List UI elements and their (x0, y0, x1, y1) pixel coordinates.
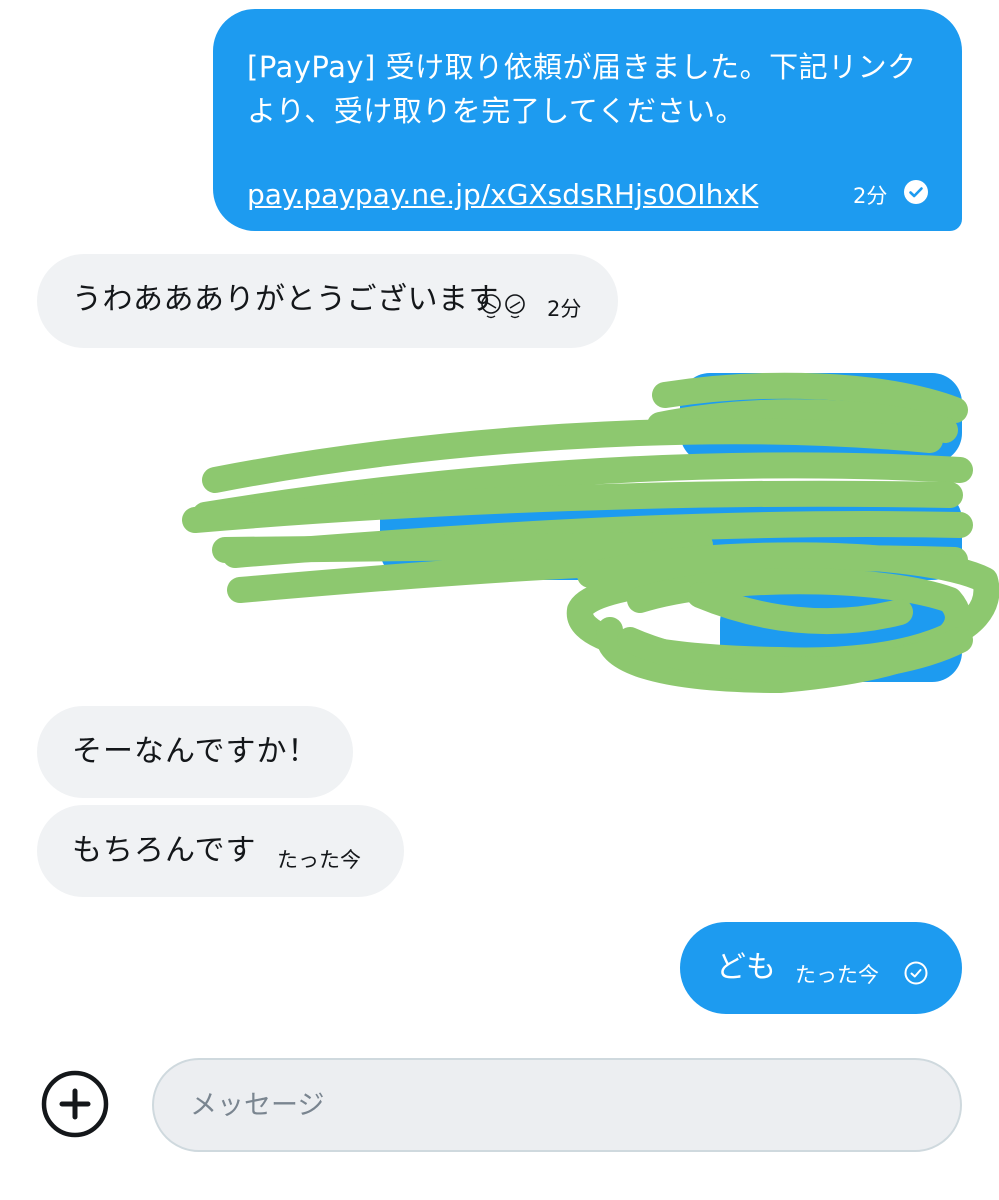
add-attachment-button[interactable] (40, 1069, 110, 1139)
message-text: うわああありがとうございます (72, 282, 499, 317)
message-bubble-outgoing-redacted (680, 373, 962, 463)
check-circle-filled-icon (904, 180, 928, 204)
message-bubble-outgoing-redacted (720, 592, 962, 682)
paypay-link[interactable]: pay.paypay.ne.jp/xGXsdsRHjs0OIhxK (247, 175, 758, 215)
message-text: ども (716, 950, 776, 985)
message-timestamp: 2分 (547, 297, 582, 321)
check-circle-outline-icon (904, 961, 928, 985)
message-timestamp: たった今 (277, 848, 361, 872)
message-composer (152, 1058, 962, 1152)
message-bubble-outgoing: ども たった今 (680, 922, 962, 1014)
message-bubble-incoming-thanks: うわああありがとうございます 2分 (37, 254, 618, 348)
message-timestamp: たった今 (795, 963, 879, 987)
message-timestamp: 2分 (853, 184, 888, 208)
message-text: [PayPay] 受け取り依頼が届きました。下記リンクより、受け取りを完了してく… (247, 50, 917, 128)
message-bubble-incoming: もちろんです たった今 (37, 805, 404, 897)
message-bubble-outgoing-redacted (380, 490, 962, 580)
message-text: そーなんですか！ (72, 734, 319, 769)
smiling-face-emoji-icon (481, 294, 525, 319)
message-text: もちろんです (72, 833, 257, 868)
dm-conversation-screen: { "conversation": { "messages": [ { "dir… (0, 0, 999, 1200)
plus-circle-icon (41, 1070, 109, 1138)
message-bubble-incoming: そーなんですか！ (37, 706, 353, 798)
message-input[interactable] (190, 1082, 910, 1128)
message-bubble-outgoing-paypay: [PayPay] 受け取り依頼が届きました。下記リンクより、受け取りを完了してく… (213, 9, 962, 231)
